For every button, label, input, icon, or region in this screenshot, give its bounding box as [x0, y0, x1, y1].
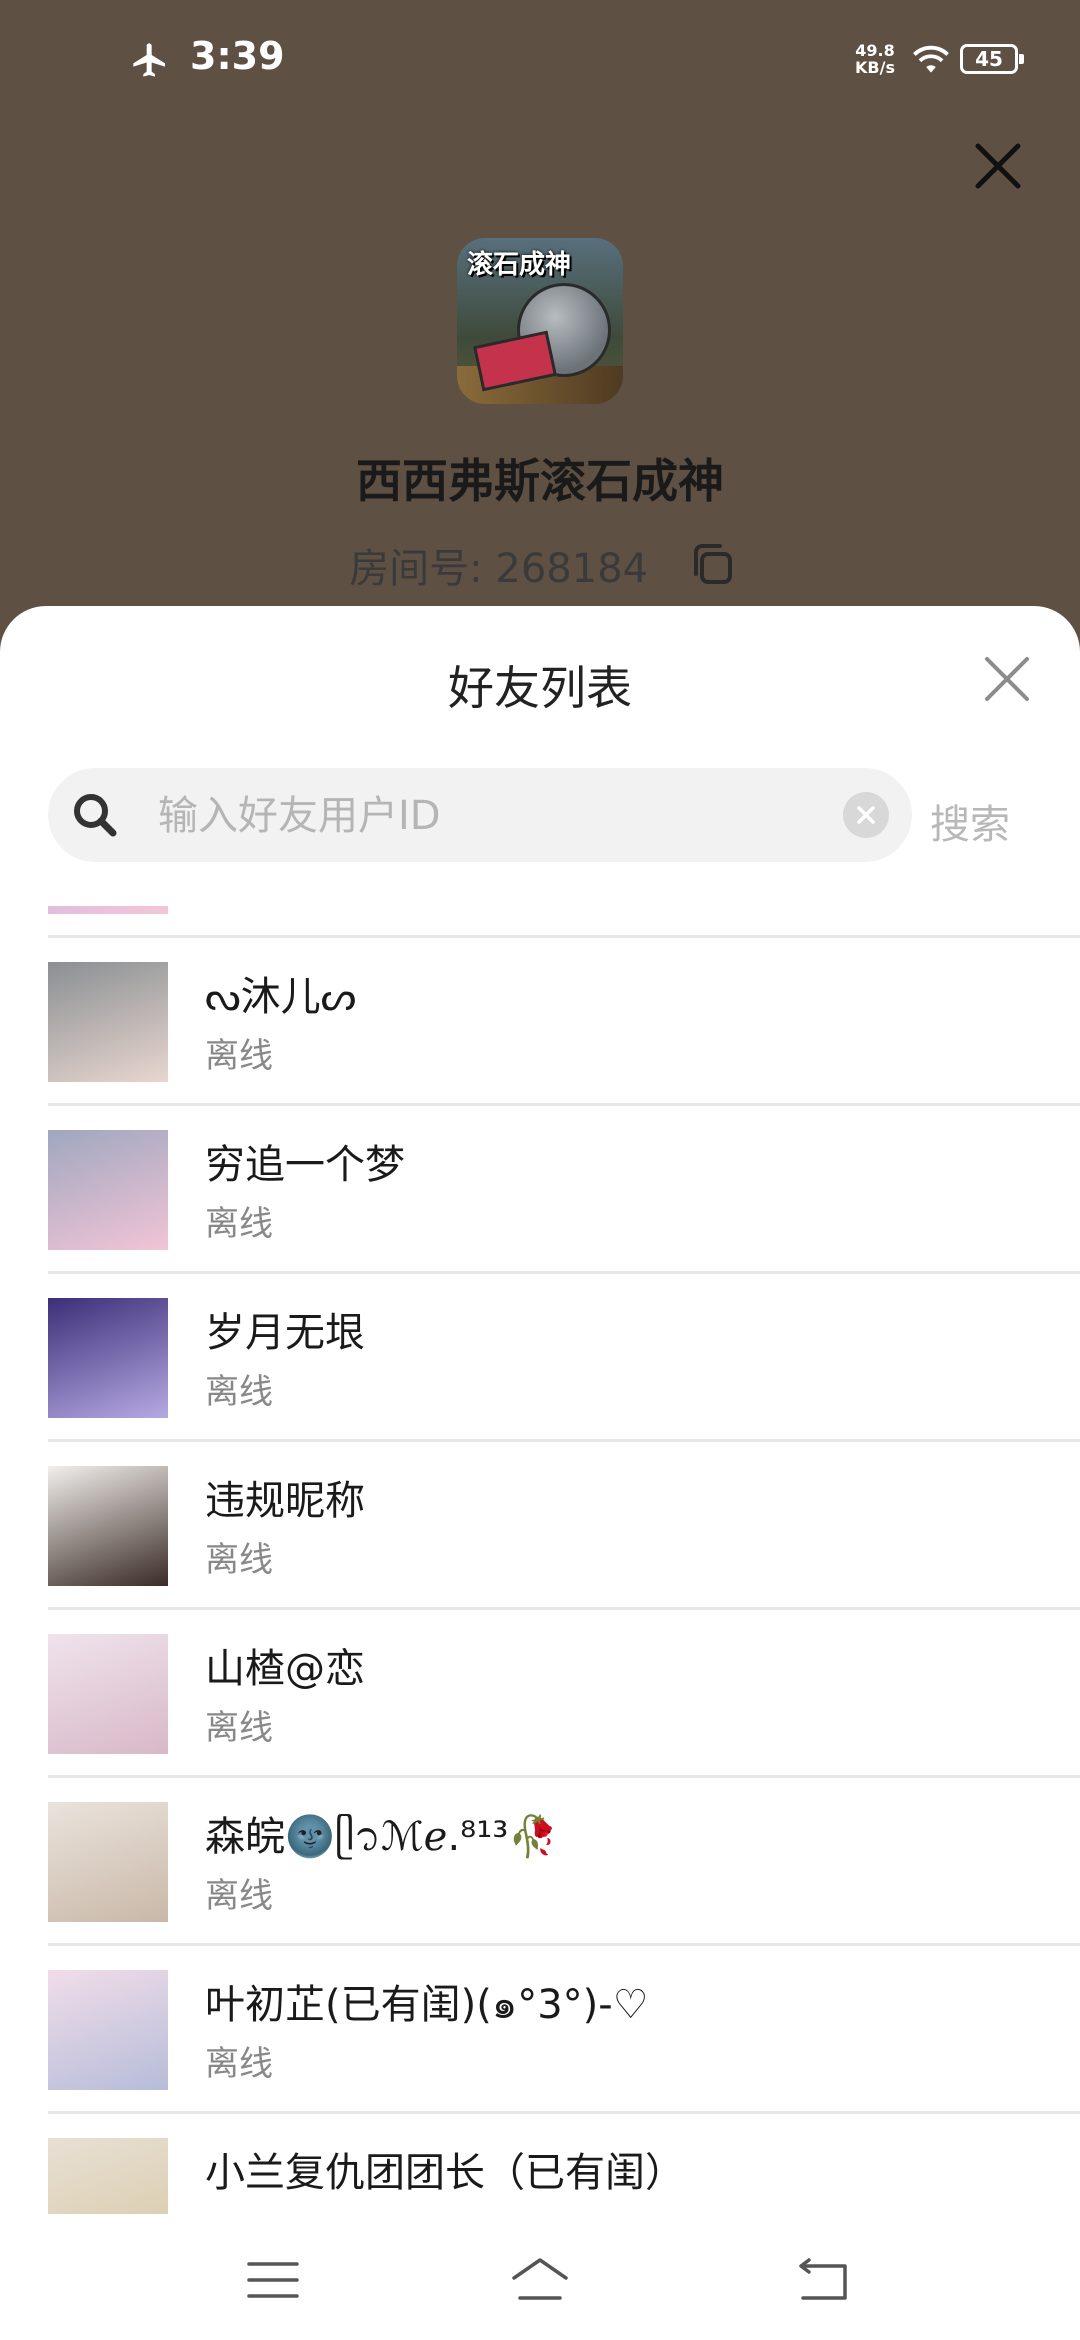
search-button[interactable]: 搜索 — [930, 792, 1010, 850]
search-input[interactable] — [156, 768, 880, 864]
friend-row[interactable]: 违规昵称 离线 — [0, 1442, 1080, 1610]
friend-name: ᔓ沐儿ᔕ — [205, 974, 357, 1020]
friend-avatar — [48, 1298, 168, 1418]
friend-name: 叶初芷(已有闺)(๑°3°)-♡ — [205, 1982, 649, 2028]
airplane-icon — [133, 43, 165, 77]
friend-avatar — [48, 1634, 168, 1754]
friend-row[interactable]: 叶初芷(已有闺)(๑°3°)-♡ 离线 — [0, 1946, 1080, 2114]
friend-name: 穷追一个梦 — [205, 1142, 405, 1188]
net-speed: 49.8 KB/s — [855, 41, 895, 77]
close-icon[interactable] — [982, 654, 1032, 704]
friend-status: 离线 — [205, 1708, 273, 1748]
game-icon-caption: 滚石成神 — [467, 250, 572, 280]
navigation-bar — [0, 2214, 1080, 2340]
friend-row[interactable]: 小兰复仇团团长（已有闺） — [0, 2114, 1080, 2218]
friend-name: 岁月无垠 — [205, 1310, 365, 1356]
sheet-title: 好友列表 — [448, 661, 632, 715]
friend-avatar — [48, 1802, 168, 1922]
friend-status: 离线 — [205, 1372, 273, 1412]
friend-avatar — [48, 1466, 168, 1586]
home-icon[interactable] — [510, 2254, 570, 2306]
friend-row[interactable]: 穷追一个梦 离线 — [0, 1106, 1080, 1274]
friend-list: 离线ᔓ沐儿ᔕ离线穷追一个梦离线岁月无垠离线违规昵称离线山楂@恋离线森皖🌚ᥫ᭡ℳℯ… — [0, 906, 1080, 2218]
search-box — [48, 768, 912, 864]
search-icon — [74, 794, 117, 837]
friend-list-sheet: 好友列表 搜索 离线ᔓ沐儿ᔕ离线穷追一个梦离线岁月无垠离线违规昵称离线山楂@恋离… — [0, 606, 1080, 2340]
copy-icon[interactable] — [688, 540, 736, 588]
friend-avatar — [48, 2138, 168, 2218]
friend-row[interactable]: 岁月无垠 离线 — [0, 1274, 1080, 1442]
friend-row[interactable]: 森皖🌚ᥫ᭡ℳℯ.⁸¹³🥀 离线 — [0, 1778, 1080, 1946]
room-number: 268184 — [495, 546, 649, 592]
friend-avatar — [48, 1130, 168, 1250]
menu-icon[interactable] — [243, 2254, 303, 2306]
friend-status: 离线 — [205, 1540, 273, 1580]
friend-avatar — [48, 962, 168, 1082]
friend-row[interactable]: 山楂@恋离线 — [0, 1610, 1080, 1778]
close-room-icon[interactable] — [970, 138, 1026, 194]
friend-status: 离线 — [205, 906, 273, 909]
friend-avatar — [48, 906, 168, 914]
friend-row[interactable]: 离线 — [0, 906, 1080, 938]
status-bar: 3:39 49.8 KB/s 45 — [0, 0, 1080, 120]
battery-icon: 45 — [960, 44, 1024, 74]
friend-name: 违规昵称 — [205, 1478, 365, 1524]
friend-status: 离线 — [205, 1876, 273, 1916]
friend-name: 小兰复仇团团长（已有闺） — [205, 2150, 685, 2196]
friend-status: 离线 — [205, 1204, 273, 1244]
wifi-icon — [913, 45, 949, 73]
status-time: 3:39 — [190, 34, 285, 78]
game-title: 西西弗斯滚石成神 — [356, 454, 724, 508]
friend-row[interactable]: ᔓ沐儿ᔕ 离线 — [0, 938, 1080, 1106]
friend-avatar — [48, 1970, 168, 2090]
friend-status: 离线 — [205, 2044, 273, 2084]
clear-icon[interactable] — [843, 792, 889, 838]
room-number-line: 房间号: 268184 — [0, 536, 1080, 594]
room-number-label: 房间号: — [349, 546, 483, 592]
friend-status: 离线 — [205, 1036, 273, 1076]
game-icon: 滚石成神 — [457, 238, 623, 404]
back-icon[interactable] — [795, 2254, 855, 2306]
friend-name: 山楂@恋 — [205, 1646, 365, 1692]
